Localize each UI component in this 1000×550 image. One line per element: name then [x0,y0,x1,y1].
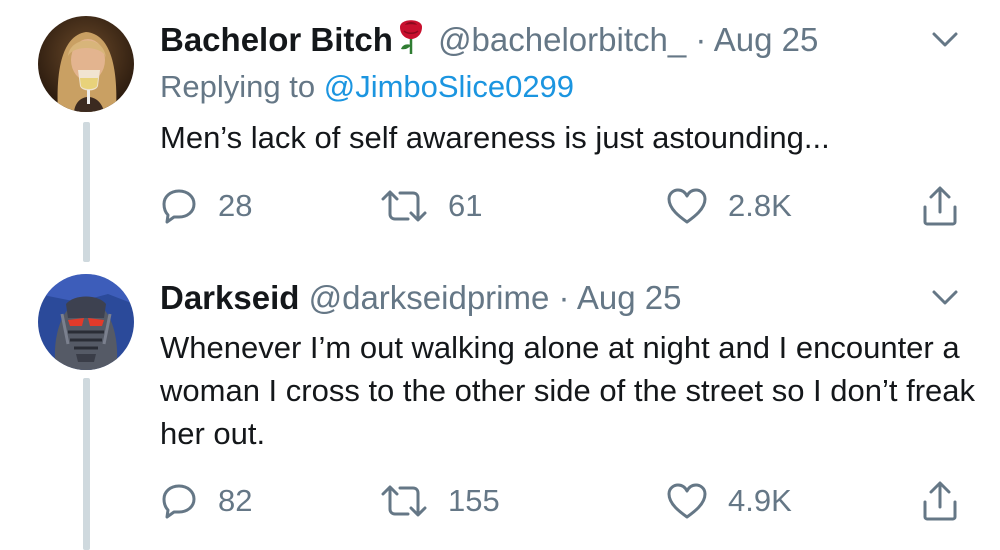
separator-dot: · [558,279,570,316]
like-count: 4.9K [728,483,792,518]
chevron-down-icon[interactable] [928,288,962,308]
chevron-down-icon[interactable] [928,30,962,50]
heart-icon [667,188,707,224]
tweet-text: Whenever I’m out walking alone at night … [160,330,976,451]
reply-count: 82 [218,483,253,518]
separator-dot: · [695,21,707,58]
tweet-text: Men’s lack of self awareness is just ast… [160,120,830,155]
avatar[interactable] [38,16,134,112]
display-name[interactable]: Darkseid [160,279,299,316]
heart-icon [667,483,707,519]
replying-to-handle-link[interactable]: @JimboSlice0299 [324,69,574,104]
share-icon [923,481,957,521]
display-name[interactable]: Bachelor Bitch [160,21,393,58]
retweet-icon [381,190,427,222]
replying-to-label: Replying to [160,69,316,104]
like-button[interactable]: 2.8K [666,181,792,231]
tweet[interactable]: Bachelor Bitch @bachelorbitch_ · Aug 25 … [0,0,1000,260]
user-handle[interactable]: @darkseidprime [309,279,550,316]
tweet-actions: 28 61 2.8K [0,181,1000,231]
reply-button[interactable]: 82 [160,476,252,526]
tweet-header: Darkseid @darkseidprime · Aug 25 [160,278,681,318]
tweet-header: Bachelor Bitch @bachelorbitch_ · Aug 25 [160,19,818,64]
avatar[interactable] [38,274,134,370]
retweet-count: 61 [448,188,483,223]
reply-icon [162,189,196,224]
tweet[interactable]: Darkseid @darkseidprime · Aug 25 Wheneve… [0,260,1000,550]
reply-count: 28 [218,188,253,223]
retweet-button[interactable]: 155 [380,476,500,526]
tweet-actions: 82 155 4.9K [0,476,1000,526]
user-handle[interactable]: @bachelorbitch_ [438,21,686,58]
tweet-date[interactable]: Aug 25 [714,21,819,58]
retweet-icon [381,485,427,517]
tweet-date[interactable]: Aug 25 [577,279,682,316]
share-icon [923,186,957,226]
replying-to: Replying to @JimboSlice0299 [160,67,574,107]
share-button[interactable] [920,476,960,526]
reply-icon [162,484,196,519]
retweet-count: 155 [448,483,500,518]
retweet-button[interactable]: 61 [380,181,482,231]
like-button[interactable]: 4.9K [666,476,792,526]
reply-button[interactable]: 28 [160,181,252,231]
share-button[interactable] [920,181,960,231]
rose-icon [397,19,425,64]
like-count: 2.8K [728,188,792,223]
